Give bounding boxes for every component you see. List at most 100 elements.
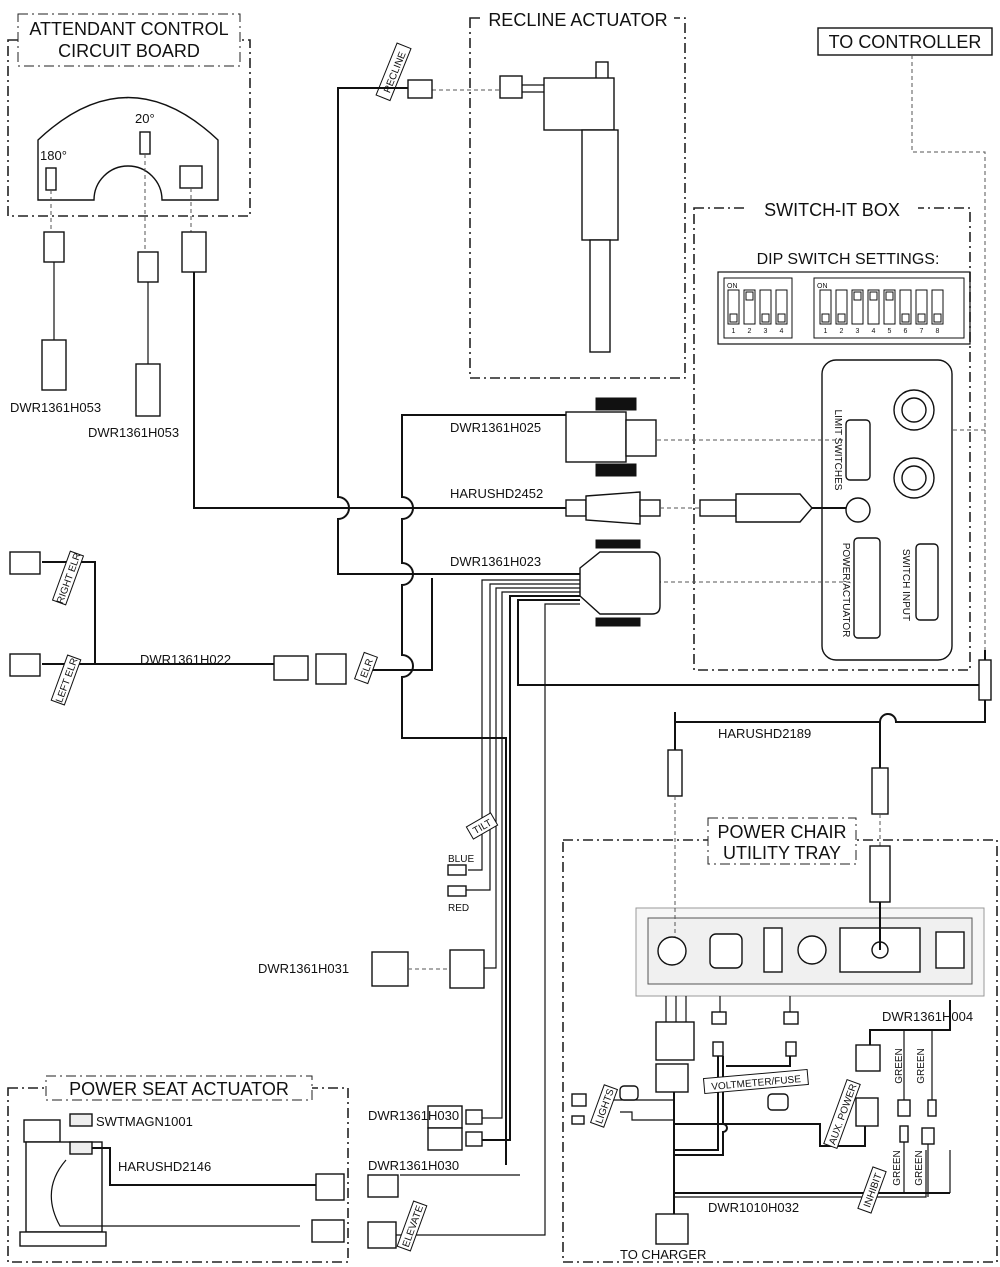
aux-power-outlet <box>935 931 965 969</box>
wiring-diagram: ATTENDANT CONTROL CIRCUIT BOARD 180° 20°… <box>7 8 998 1263</box>
power-seat-actuator-box: POWER SEAT ACTUATOR SWTMAGN1001 HARUSHD2… <box>7 1075 349 1263</box>
part-dwr1361h004: DWR1361H004 <box>882 1009 973 1024</box>
dwr1361h030-b-connector <box>427 1127 463 1151</box>
header-20 <box>139 131 151 155</box>
part-dwr1361h025: DWR1361H025 <box>450 420 541 435</box>
attendant-control-box: ATTENDANT CONTROL CIRCUIT BOARD 180° 20° <box>7 13 251 252</box>
controller-plug <box>978 659 992 701</box>
fuse-holder <box>797 935 827 965</box>
dwr1361h023-connector <box>579 539 661 627</box>
right-elr-connector <box>9 551 41 575</box>
power-seat-title: POWER SEAT ACTUATOR <box>69 1079 289 1099</box>
actuator-base <box>19 1231 107 1247</box>
dip-number: 3 <box>856 328 860 335</box>
right-elr-tag: RIGHT ELR <box>55 552 84 606</box>
to-charger-label: TO CHARGER <box>620 1247 706 1262</box>
power-actuator-port <box>853 537 881 639</box>
limit-switches-label: LIMIT SWITCHES <box>832 410 843 491</box>
recline-actuator-title: RECLINE ACTUATOR <box>488 10 667 30</box>
harushd2189-port <box>657 936 687 966</box>
attendant-connectors <box>41 231 207 417</box>
actuator-rod <box>589 239 611 353</box>
recline-actuator-box: RECLINE ACTUATOR <box>469 8 686 379</box>
charger-port <box>709 933 743 969</box>
dip-knob-off <box>777 313 786 323</box>
dip-bank-2: 1 2 3 4 5 6 7 8 <box>819 289 944 335</box>
dip-bank2-on: ON <box>817 283 828 290</box>
dip-number: 8 <box>936 328 940 335</box>
blue-label: BLUE <box>448 854 474 865</box>
power-actuator-label: POWER/ACTUATOR <box>840 543 851 638</box>
left-elr-connector <box>9 653 41 677</box>
part-harushd2146: HARUSHD2146 <box>118 1159 211 1174</box>
dip-knob-off <box>821 313 830 323</box>
switch-it-box: SWITCH-IT BOX DIP SWITCH SETTINGS: ON ON… <box>693 198 971 671</box>
dip-knob-on <box>853 291 862 301</box>
dip-knob-on <box>885 291 894 301</box>
part-dwr1361h022: DWR1361H022 <box>140 652 231 667</box>
switch-input-label: SWITCH INPUT <box>900 549 911 621</box>
dip-knob-on <box>745 291 754 301</box>
red-terminal <box>447 885 467 897</box>
dip-knob-off <box>917 313 926 323</box>
dwr1361h025-connector <box>565 397 657 477</box>
recline-connector <box>407 79 433 99</box>
dip-number: 1 <box>824 328 828 335</box>
part-dwr1361h053-b: DWR1361H053 <box>88 425 179 440</box>
angle-180-label: 180° <box>40 148 67 163</box>
harushd2146-mating-connector <box>367 1174 399 1198</box>
utility-tray-title-line2: UTILITY TRAY <box>723 843 841 863</box>
part-dwr1010h032: DWR1010H032 <box>708 1200 799 1215</box>
header-attendant <box>179 165 203 189</box>
part-dwr1361h053-a: DWR1361H053 <box>10 400 101 415</box>
dwr1361h022-connector <box>273 655 309 681</box>
to-controller-label: TO CONTROLLER <box>829 32 982 52</box>
elevate-connector <box>367 1221 397 1249</box>
dip-bank1-on: ON <box>727 283 738 290</box>
harushd2146-icon <box>69 1141 93 1155</box>
limit-switches-port <box>845 419 871 481</box>
header-180 <box>45 167 57 191</box>
dip-knob-off <box>729 313 738 323</box>
dip-number: 6 <box>904 328 908 335</box>
dip-number: 4 <box>872 328 876 335</box>
dip-knob-off <box>837 313 846 323</box>
red-label: RED <box>448 903 469 914</box>
switch-input-port <box>915 543 939 621</box>
harushd2189-plug-a <box>667 749 683 797</box>
utility-tray-title-line1: POWER CHAIR <box>717 822 846 842</box>
green-label-3: GREEN <box>892 1150 903 1186</box>
dip-title: DIP SWITCH SETTINGS: <box>757 251 940 268</box>
dip-knob-off <box>901 313 910 323</box>
dip-knob-off <box>933 313 942 323</box>
dip-number: 5 <box>888 328 892 335</box>
dwr1361h031-connector <box>371 951 409 987</box>
power-switch[interactable] <box>763 927 783 973</box>
green-label-4: GREEN <box>914 1150 925 1186</box>
elr-connector <box>315 653 347 685</box>
harushd2452-connector <box>565 491 661 525</box>
part-dwr1361h031: DWR1361H031 <box>258 961 349 976</box>
green-label-1: GREEN <box>894 1048 905 1084</box>
recline-actuator-connector <box>499 75 523 99</box>
part-harushd2189: HARUSHD2189 <box>718 726 811 741</box>
dip-number: 4 <box>780 328 784 335</box>
part-dwr1361h023: DWR1361H023 <box>450 554 541 569</box>
switch-it-title: SWITCH-IT BOX <box>764 200 900 220</box>
dip-number: 2 <box>748 328 752 335</box>
green-label-2: GREEN <box>916 1048 927 1084</box>
attendant-port <box>845 497 871 523</box>
dip-knob-on <box>869 291 878 301</box>
attendant-title-line1: ATTENDANT CONTROL <box>29 19 228 39</box>
dip-bank-1: 1 2 3 4 <box>727 289 788 335</box>
blue-terminal <box>447 864 467 876</box>
dip-number: 2 <box>840 328 844 335</box>
part-harushd2452: HARUSHD2452 <box>450 486 543 501</box>
dip-number: 3 <box>764 328 768 335</box>
dip-number: 7 <box>920 328 924 335</box>
harushd2189-plug-b <box>871 767 889 815</box>
part-swtmagn1001: SWTMAGN1001 <box>96 1114 193 1129</box>
part-dwr1361h030-a: DWR1361H030 <box>368 1108 459 1123</box>
dip-number: 1 <box>732 328 736 335</box>
passthrough-plug <box>869 845 891 903</box>
